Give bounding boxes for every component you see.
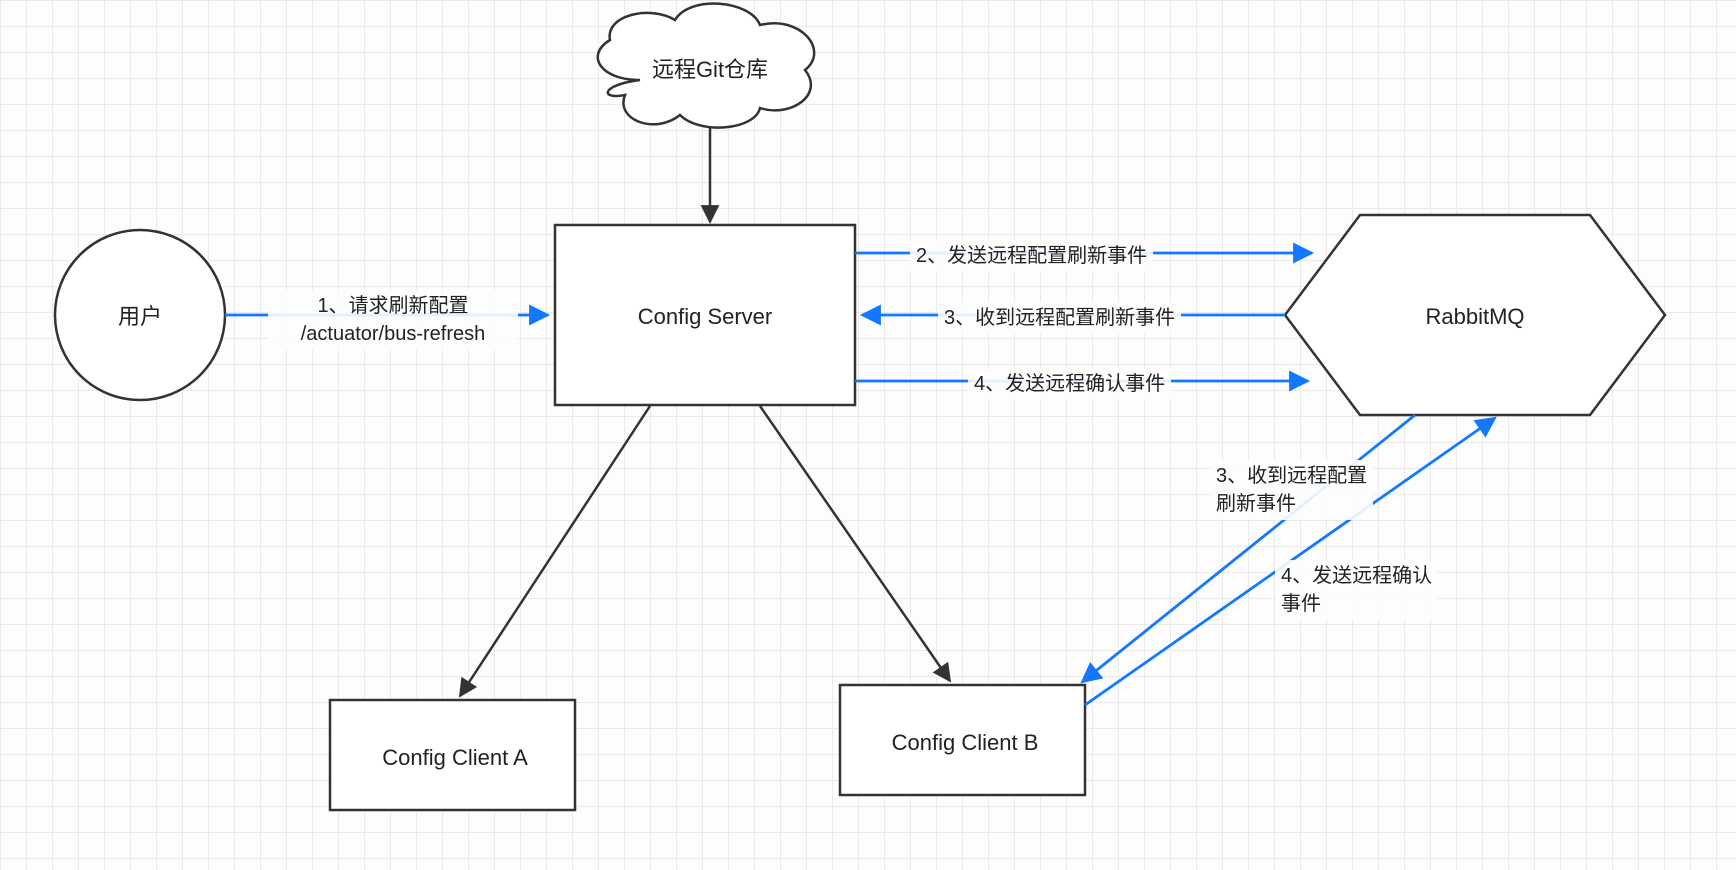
node-client-b xyxy=(840,685,1085,795)
node-git-repo xyxy=(598,4,814,128)
node-client-a xyxy=(330,700,575,810)
diagram-canvas xyxy=(0,0,1736,870)
edge-client-b-to-mq-4 xyxy=(1085,418,1495,705)
edge-mq-to-client-b-3 xyxy=(1082,415,1415,682)
edge-server-to-client-a xyxy=(460,406,650,696)
node-rabbitmq xyxy=(1285,215,1665,415)
edge-server-to-client-b xyxy=(760,406,950,681)
node-config-server xyxy=(555,225,855,405)
node-user xyxy=(55,230,225,400)
